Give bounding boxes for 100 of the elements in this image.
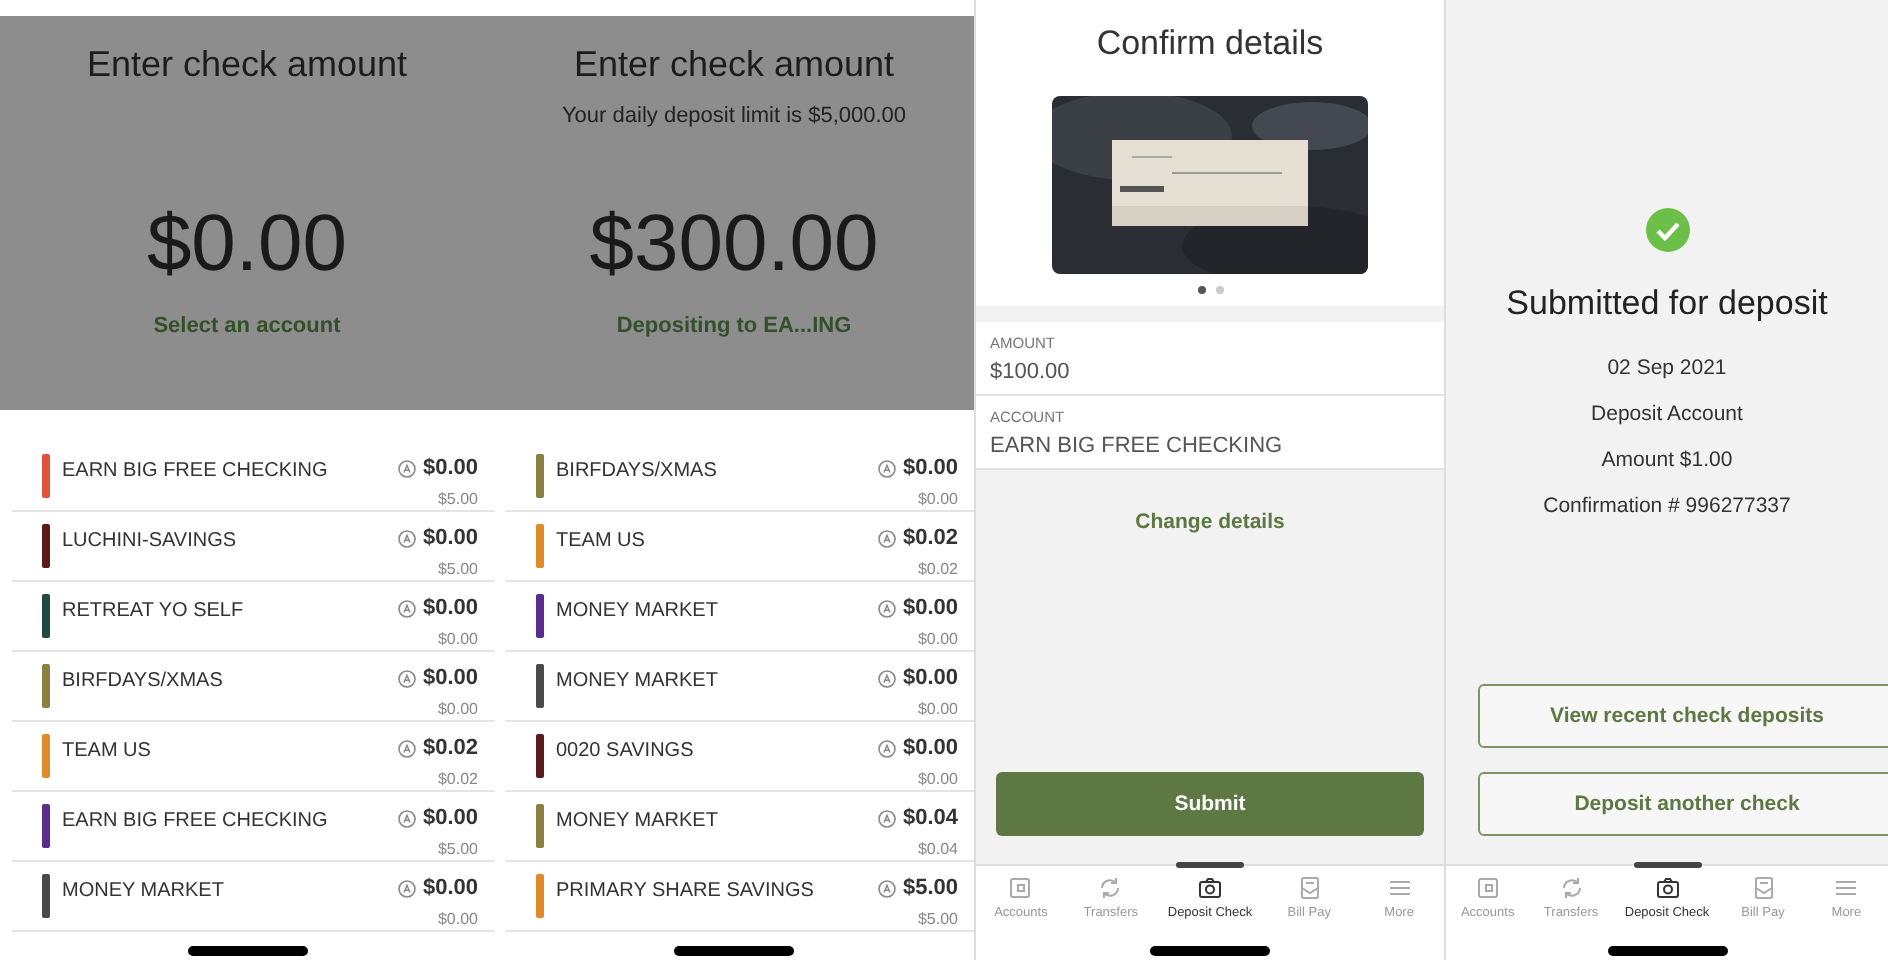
wallet-icon xyxy=(1475,876,1500,900)
account-balance: $0.00 xyxy=(422,526,478,551)
available-balance: $0.00 xyxy=(917,699,958,718)
account-name: BIRFDAYS/XMAS xyxy=(556,458,719,486)
account-balance: $0.00 xyxy=(902,736,958,761)
available-balance: $5.00 xyxy=(437,559,478,578)
available-balance: $0.00 xyxy=(437,909,478,928)
status-icon xyxy=(878,879,897,898)
status-icon xyxy=(398,739,417,758)
menu-icon xyxy=(1834,876,1859,900)
field-value: $100.00 xyxy=(990,360,1072,384)
deposit-detail: Confirmation # 996277337 xyxy=(1543,492,1791,522)
available-balance: $0.00 xyxy=(437,629,478,648)
deposit-detail: 02 Sep 2021 xyxy=(1607,354,1727,384)
account-row[interactable]: EARN BIG FREE CHECKING $0.00 $5.00 xyxy=(12,442,494,512)
status-icon xyxy=(878,529,897,548)
available-balance: $5.00 xyxy=(437,839,478,858)
status-icon xyxy=(398,809,417,828)
account-name: PRIMARY SHARE SAVINGS xyxy=(556,878,816,906)
success-check-icon xyxy=(1645,208,1689,252)
refresh-icon xyxy=(1559,876,1584,900)
refresh-icon xyxy=(1098,876,1123,900)
status-icon xyxy=(398,529,417,548)
deposit-limit-text: Your daily deposit limit is $5,000.00 xyxy=(561,102,907,132)
change-details-link[interactable]: Change details xyxy=(1135,510,1285,534)
account-name: LUCHINI-SAVINGS xyxy=(62,528,239,556)
account-row[interactable]: EARN BIG FREE CHECKING $0.00 $5.00 xyxy=(12,792,494,862)
envelope-icon xyxy=(1751,876,1775,900)
account-name: TEAM US xyxy=(556,528,647,556)
account-balance: $0.00 xyxy=(902,596,958,621)
account-balance: $0.00 xyxy=(902,666,958,691)
account-row[interactable]: MONEY MARKET $0.04 $0.04 xyxy=(506,792,974,862)
status-icon xyxy=(878,809,897,828)
screen-title: Enter check amount xyxy=(86,42,408,88)
menu-icon xyxy=(1387,876,1412,900)
account-name: MONEY MARKET xyxy=(62,878,226,906)
account-row[interactable]: MONEY MARKET $0.00 $0.00 xyxy=(12,862,494,932)
screen-title: Submitted for deposit xyxy=(1506,282,1828,326)
account-name: EARN BIG FREE CHECKING xyxy=(62,458,330,486)
available-balance: $0.00 xyxy=(917,629,958,648)
account-row[interactable]: LUCHINI-SAVINGS $0.00 $5.00 xyxy=(12,512,494,582)
submit-button[interactable]: Submit xyxy=(996,772,1424,836)
outline-button[interactable]: View recent check deposits xyxy=(1478,684,1888,748)
wallet-icon xyxy=(1008,876,1033,900)
available-balance: $0.04 xyxy=(917,839,958,858)
account-balance: $0.04 xyxy=(902,806,958,831)
account-name: BIRFDAYS/XMAS xyxy=(62,668,225,696)
status-icon xyxy=(398,669,417,688)
account-name: 0020 SAVINGS xyxy=(556,738,696,766)
account-row[interactable]: TEAM US $0.02 $0.02 xyxy=(506,512,974,582)
available-balance: $0.00 xyxy=(917,769,958,788)
status-icon xyxy=(878,739,897,758)
available-balance: $5.00 xyxy=(917,909,958,928)
tab-indicator xyxy=(1633,862,1702,868)
status-icon xyxy=(398,459,417,478)
account-name: MONEY MARKET xyxy=(556,598,720,626)
deposit-detail: Deposit Account xyxy=(1591,400,1743,430)
account-row[interactable]: RETREAT YO SELF $0.00 $0.00 xyxy=(12,582,494,652)
status-icon xyxy=(878,599,897,618)
account-name: RETREAT YO SELF xyxy=(62,598,246,626)
account-row[interactable]: MONEY MARKET $0.00 $0.00 xyxy=(506,582,974,652)
available-balance: $0.00 xyxy=(917,489,958,508)
available-balance: $0.02 xyxy=(917,559,958,578)
account-balance: $0.00 xyxy=(902,456,958,481)
status-icon xyxy=(878,459,897,478)
account-balance: $0.00 xyxy=(422,876,478,901)
account-row[interactable]: MONEY MARKET $0.00 $0.00 xyxy=(506,652,974,722)
account-row[interactable]: BIRFDAYS/XMAS $0.00 $0.00 xyxy=(12,652,494,722)
check-amount: $0.00 xyxy=(146,198,348,292)
available-balance: $5.00 xyxy=(437,489,478,508)
page-dot[interactable] xyxy=(1215,286,1223,294)
account-balance: $5.00 xyxy=(902,876,958,901)
tab-indicator xyxy=(1176,862,1245,868)
status-icon xyxy=(398,599,417,618)
account-name: EARN BIG FREE CHECKING xyxy=(62,808,330,836)
status-icon xyxy=(878,669,897,688)
home-indicator xyxy=(674,946,794,956)
account-balance: $0.02 xyxy=(902,526,958,551)
account-balance: $0.00 xyxy=(422,806,478,831)
check-amount: $300.00 xyxy=(589,198,879,292)
account-row[interactable]: 0020 SAVINGS $0.00 $0.00 xyxy=(506,722,974,792)
screen-title: Enter check amount xyxy=(573,42,895,88)
page-dot[interactable] xyxy=(1197,286,1205,294)
account-name: MONEY MARKET xyxy=(556,808,720,836)
deposit-detail: Amount $1.00 xyxy=(1601,446,1733,476)
account-name: TEAM US xyxy=(62,738,153,766)
envelope-icon xyxy=(1297,876,1322,900)
account-name: MONEY MARKET xyxy=(556,668,720,696)
screen-title: Confirm details xyxy=(1096,22,1324,66)
home-indicator xyxy=(1607,946,1727,956)
available-balance: $0.00 xyxy=(437,699,478,718)
account-row[interactable]: TEAM US $0.02 $0.02 xyxy=(12,722,494,792)
camera-icon xyxy=(1198,876,1223,900)
account-balance: $0.00 xyxy=(422,666,478,691)
account-row[interactable]: PRIMARY SHARE SAVINGS $5.00 $5.00 xyxy=(506,862,974,932)
field-value: EARN BIG FREE CHECKING xyxy=(990,434,1285,458)
available-balance: $0.02 xyxy=(437,769,478,788)
outline-button[interactable]: Deposit another check xyxy=(1478,772,1888,836)
account-row[interactable]: BIRFDAYS/XMAS $0.00 $0.00 xyxy=(506,442,974,512)
account-balance: $0.00 xyxy=(422,456,478,481)
